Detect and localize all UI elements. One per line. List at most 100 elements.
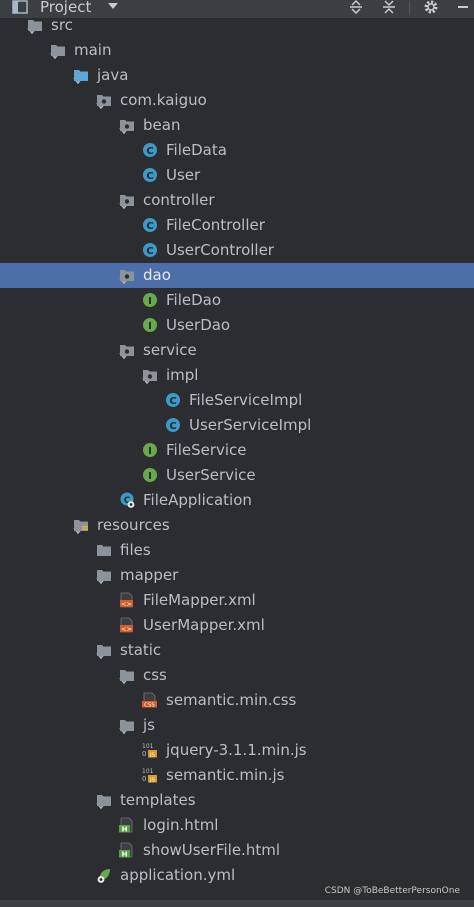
- tree-item-label: src: [51, 16, 73, 34]
- expand-all-icon[interactable]: [348, 0, 364, 14]
- tree-item-label: showUserFile.html: [143, 841, 280, 859]
- tree-item-label: dao: [143, 266, 171, 284]
- svg-text:I: I: [148, 471, 152, 482]
- tree-item-showuserfile-html[interactable]: HshowUserFile.html: [0, 838, 474, 863]
- svg-text:JS: JS: [149, 778, 156, 784]
- tree-item-application-yml[interactable]: application.yml: [0, 863, 474, 888]
- folder-icon: [119, 667, 135, 683]
- tree-item-templates[interactable]: templates: [0, 788, 474, 813]
- tree-item-label: UserService: [166, 466, 256, 484]
- tree-item-impl[interactable]: impl: [0, 363, 474, 388]
- tree-item-fileservice[interactable]: I FileService: [0, 438, 474, 463]
- svg-text:CSS: CSS: [144, 703, 155, 708]
- tree-item-label: impl: [166, 366, 199, 384]
- tree-item-filedao[interactable]: I FileDao: [0, 288, 474, 313]
- tree-item-dao[interactable]: dao: [0, 263, 474, 288]
- html-file-icon: H: [119, 817, 135, 834]
- tree-item-semantic-min-js[interactable]: 101 0 JS semantic.min.js: [0, 763, 474, 788]
- package-icon: [142, 367, 158, 383]
- tree-item-label: service: [143, 341, 197, 359]
- tree-item-bean[interactable]: bean: [0, 113, 474, 138]
- tree-item-fileapplication[interactable]: C FileApplication: [0, 488, 474, 513]
- class-icon: C: [142, 242, 158, 258]
- tree-item-main[interactable]: main: [0, 38, 474, 63]
- tree-item-user[interactable]: C User: [0, 163, 474, 188]
- tree-item-userdao[interactable]: I UserDao: [0, 313, 474, 338]
- svg-text:C: C: [146, 246, 153, 257]
- collapse-all-icon[interactable]: [381, 0, 397, 14]
- package-icon: [96, 92, 112, 108]
- interface-icon: I: [142, 442, 158, 458]
- svg-text:0: 0: [142, 775, 146, 783]
- tree-item-fileserviceimpl[interactable]: C FileServiceImpl: [0, 388, 474, 413]
- tree-item-jquery-3-1-1-min-js[interactable]: 101 0 JS jquery-3.1.1.min.js: [0, 738, 474, 763]
- tree-item-label: FileService: [166, 441, 247, 459]
- tree-item-java[interactable]: java: [0, 63, 474, 88]
- tree-item-controller[interactable]: controller: [0, 188, 474, 213]
- tree-item-service[interactable]: service: [0, 338, 474, 363]
- svg-text:JS: JS: [149, 753, 156, 759]
- package-icon: [119, 117, 135, 133]
- xml-file-icon: <>: [119, 592, 135, 608]
- tree-item-css[interactable]: css: [0, 663, 474, 688]
- chevron-down-icon[interactable]: [108, 3, 118, 9]
- folder-icon: [119, 717, 135, 733]
- folder-icon: [50, 42, 66, 58]
- watermark: CSDN @ToBeBetterPersonOne: [324, 886, 460, 896]
- folder-icon: [27, 17, 43, 33]
- tree-item-label: css: [143, 666, 167, 684]
- tree-item-label: login.html: [143, 816, 219, 834]
- tree-item-src[interactable]: src: [0, 13, 474, 38]
- tree-item-js[interactable]: js: [0, 713, 474, 738]
- tree-item-label: FileMapper.xml: [143, 591, 256, 609]
- tree-item-label: files: [120, 541, 151, 559]
- interface-icon: I: [142, 317, 158, 333]
- class-icon: C: [142, 167, 158, 183]
- tree-item-filecontroller[interactable]: C FileController: [0, 213, 474, 238]
- project-view-icon[interactable]: [12, 0, 28, 14]
- interface-icon: I: [142, 467, 158, 483]
- tree-item-userserviceimpl[interactable]: C UserServiceImpl: [0, 413, 474, 438]
- tree-item-label: UserDao: [166, 316, 231, 334]
- tree-item-label: templates: [120, 791, 196, 809]
- tree-item-label: mapper: [120, 566, 179, 584]
- tree-item-userservice[interactable]: I UserService: [0, 463, 474, 488]
- tree-item-files[interactable]: files: [0, 538, 474, 563]
- spring-boot-class-icon: C: [119, 492, 135, 508]
- tree-item-label: static: [120, 641, 162, 659]
- tree-item-label: UserController: [166, 241, 274, 259]
- gear-icon[interactable]: [423, 0, 439, 14]
- tree-item-label: controller: [143, 191, 215, 209]
- tree-item-label: resources: [97, 516, 170, 534]
- project-tree[interactable]: src main java com.kaiguo bean C FileData C User c…: [0, 16, 474, 900]
- source-folder-icon: [73, 67, 89, 83]
- yml-file-icon: [96, 867, 112, 883]
- tree-item-label: FileApplication: [143, 491, 252, 509]
- tree-item-label: UserMapper.xml: [143, 616, 265, 634]
- class-icon: C: [142, 142, 158, 158]
- tree-item-label: FileData: [166, 141, 227, 159]
- package-icon: [119, 267, 135, 283]
- tree-item-filedata[interactable]: C FileData: [0, 138, 474, 163]
- tree-item-resources[interactable]: resources: [0, 513, 474, 538]
- tree-item-com-kaiguo[interactable]: com.kaiguo: [0, 88, 474, 113]
- minimize-icon[interactable]: [455, 0, 471, 14]
- tree-item-filemapper-xml[interactable]: <> FileMapper.xml: [0, 588, 474, 613]
- html-file-icon: H: [119, 842, 135, 859]
- svg-text:101: 101: [142, 768, 154, 775]
- tree-item-usermapper-xml[interactable]: <> UserMapper.xml: [0, 613, 474, 638]
- tree-item-usercontroller[interactable]: C UserController: [0, 238, 474, 263]
- tree-item-mapper[interactable]: mapper: [0, 563, 474, 588]
- class-icon: C: [142, 217, 158, 233]
- js-file-icon: 101 0 JS: [142, 742, 158, 759]
- tree-item-label: js: [143, 716, 155, 734]
- svg-text:101: 101: [142, 743, 154, 750]
- tree-item-label: com.kaiguo: [120, 91, 207, 109]
- class-icon: C: [165, 417, 181, 433]
- tree-item-label: application.yml: [120, 866, 236, 884]
- svg-text:<>: <>: [121, 625, 132, 633]
- tree-item-login-html[interactable]: Hlogin.html: [0, 813, 474, 838]
- resources-folder-icon: [73, 517, 89, 533]
- tree-item-semantic-min-css[interactable]: CSS semantic.min.css: [0, 688, 474, 713]
- tree-item-static[interactable]: static: [0, 638, 474, 663]
